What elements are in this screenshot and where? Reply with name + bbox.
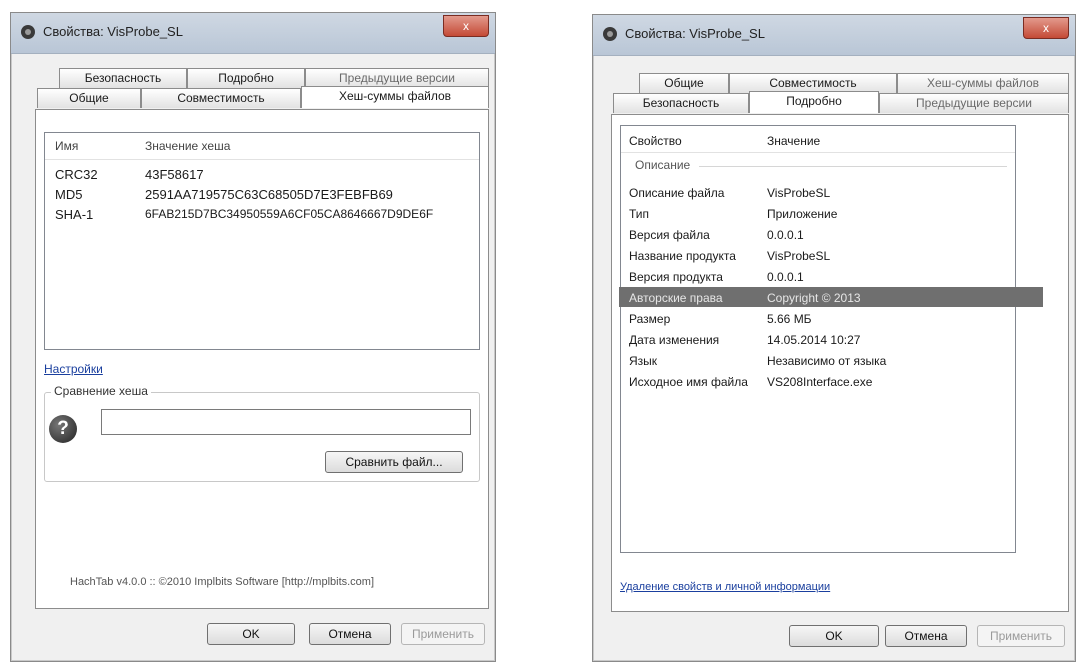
tab-panel-details: Свойство Значение Описание Описание файл… bbox=[611, 114, 1069, 612]
tab-row-top: Общие Совместимость Хеш-суммы файлов bbox=[639, 73, 1069, 93]
column-header-name[interactable]: Имя bbox=[55, 139, 78, 153]
compare-hash-label: Сравнение хеша bbox=[51, 384, 151, 398]
tab-previous-versions[interactable]: Предыдущие версии bbox=[305, 68, 489, 88]
property-name: Авторские права bbox=[629, 291, 723, 305]
apply-button[interactable]: Применить bbox=[401, 623, 485, 645]
property-value: Copyright © 2013 bbox=[767, 291, 861, 305]
properties-list[interactable]: Свойство Значение Описание Описание файл… bbox=[619, 125, 1043, 553]
property-name: Версия файла bbox=[629, 228, 710, 242]
cancel-button[interactable]: Отмена bbox=[885, 625, 967, 647]
app-icon bbox=[21, 25, 35, 39]
tab-details[interactable]: Подробно bbox=[187, 68, 305, 88]
ok-button[interactable]: OK bbox=[207, 623, 295, 645]
window-title: Свойства: VisProbe_SL bbox=[43, 24, 183, 39]
column-header-hash[interactable]: Значение хеша bbox=[145, 139, 230, 153]
property-value: VS208Interface.exe bbox=[767, 375, 873, 389]
property-row[interactable]: Тип Приложение bbox=[621, 203, 1015, 223]
tab-row-bottom: Безопасность Подробно Предыдущие версии bbox=[613, 91, 1069, 113]
app-icon bbox=[603, 27, 617, 41]
ok-button[interactable]: OK bbox=[789, 625, 879, 647]
hash-name: CRC32 bbox=[55, 167, 98, 182]
property-row[interactable]: Исходное имя файла VS208Interface.exe bbox=[621, 371, 1015, 391]
property-row[interactable]: Размер 5.66 МБ bbox=[621, 308, 1015, 328]
compare-file-button[interactable]: Сравнить файл... bbox=[325, 451, 463, 473]
properties-window-details: Свойства: VisProbe_SL x Общие Совместимо… bbox=[592, 14, 1076, 662]
property-name: Размер bbox=[629, 312, 671, 326]
title-bar[interactable]: Свойства: VisProbe_SL x bbox=[593, 15, 1075, 56]
table-row[interactable]: SHA-1 6FAB215D7BC34950559A6CF05CA8646667… bbox=[45, 203, 479, 223]
tab-general[interactable]: Общие bbox=[37, 88, 141, 108]
tab-general[interactable]: Общие bbox=[639, 73, 729, 93]
hash-value: 2591AA719575C63C68505D7E3FEBFB69 bbox=[145, 187, 393, 202]
property-name: Тип bbox=[629, 207, 650, 221]
settings-link[interactable]: Настройки bbox=[44, 362, 103, 376]
hash-list[interactable]: Имя Значение хеша CRC32 43F58617 MD5 259… bbox=[44, 132, 480, 350]
property-value: Приложение bbox=[767, 207, 838, 221]
hash-name: MD5 bbox=[55, 187, 83, 202]
property-row-selected[interactable]: Авторские права Copyright © 2013 bbox=[619, 287, 1043, 307]
hash-value: 6FAB215D7BC34950559A6CF05CA8646667D9DE6F bbox=[145, 207, 434, 221]
property-value: 14.05.2014 10:27 bbox=[767, 333, 861, 347]
property-name: Дата изменения bbox=[629, 333, 720, 347]
property-value: VisProbeSL bbox=[767, 249, 831, 263]
property-name: Описание файла bbox=[629, 186, 725, 200]
cancel-button[interactable]: Отмена bbox=[309, 623, 391, 645]
property-value: 0.0.0.1 bbox=[767, 228, 804, 242]
property-name: Название продукта bbox=[629, 249, 736, 263]
property-name: Исходное имя файла bbox=[629, 375, 748, 389]
hash-list-header: Имя Значение хеша bbox=[45, 133, 479, 160]
hash-value: 43F58617 bbox=[145, 167, 204, 182]
column-header-property[interactable]: Свойство bbox=[629, 134, 682, 148]
tab-previous-versions[interactable]: Предыдущие версии bbox=[879, 93, 1069, 113]
tab-row-bottom: Общие Совместимость Хеш-суммы файлов bbox=[37, 86, 489, 108]
help-icon: ? bbox=[49, 415, 77, 443]
property-name: Язык bbox=[629, 354, 658, 368]
table-row[interactable]: MD5 2591AA719575C63C68505D7E3FEBFB69 bbox=[45, 183, 479, 203]
property-value: VisProbeSL bbox=[767, 186, 831, 200]
property-row[interactable]: Версия продукта 0.0.0.1 bbox=[621, 266, 1015, 286]
compare-hash-input[interactable] bbox=[101, 409, 471, 435]
column-header-value[interactable]: Значение bbox=[767, 134, 820, 148]
title-bar[interactable]: Свойства: VisProbe_SL x bbox=[11, 13, 495, 54]
table-row[interactable]: CRC32 43F58617 bbox=[45, 163, 479, 183]
property-row[interactable]: Название продукта VisProbeSL bbox=[621, 245, 1015, 265]
tab-compatibility[interactable]: Совместимость bbox=[141, 88, 301, 108]
tab-file-hashes[interactable]: Хеш-суммы файлов bbox=[897, 73, 1069, 93]
tab-panel-hashes: Имя Значение хеша CRC32 43F58617 MD5 259… bbox=[35, 109, 489, 609]
footer-credits: HachTab v4.0.0 :: ©2010 Implbits Softwar… bbox=[70, 576, 375, 588]
property-value: 0.0.0.1 bbox=[767, 270, 804, 284]
remove-properties-link[interactable]: Удаление свойств и личной информации bbox=[620, 581, 830, 593]
property-row[interactable]: Язык Независимо от языка bbox=[621, 350, 1015, 370]
section-divider bbox=[699, 166, 1007, 167]
tab-details[interactable]: Подробно bbox=[749, 91, 879, 113]
tab-security[interactable]: Безопасность bbox=[59, 68, 187, 88]
tab-file-hashes[interactable]: Хеш-суммы файлов bbox=[301, 86, 489, 108]
compare-hash-group: Сравнение хеша ? Сравнить файл... bbox=[44, 384, 480, 482]
property-row[interactable]: Версия файла 0.0.0.1 bbox=[621, 224, 1015, 244]
window-title: Свойства: VisProbe_SL bbox=[625, 26, 765, 41]
property-value: Независимо от языка bbox=[767, 354, 887, 368]
hash-name: SHA-1 bbox=[55, 207, 94, 222]
properties-list-header: Свойство Значение bbox=[621, 126, 1015, 153]
close-button[interactable]: x bbox=[1023, 17, 1069, 39]
section-description: Описание bbox=[635, 158, 691, 172]
tab-security[interactable]: Безопасность bbox=[613, 93, 749, 113]
apply-button[interactable]: Применить bbox=[977, 625, 1065, 647]
tab-compatibility[interactable]: Совместимость bbox=[729, 73, 897, 93]
property-value: 5.66 МБ bbox=[767, 312, 812, 326]
property-name: Версия продукта bbox=[629, 270, 723, 284]
property-row[interactable]: Дата изменения 14.05.2014 10:27 bbox=[621, 329, 1015, 349]
tab-row-top: Безопасность Подробно Предыдущие версии bbox=[59, 68, 489, 88]
property-row[interactable]: Описание файла VisProbeSL bbox=[621, 182, 1015, 202]
properties-window-hash: Свойства: VisProbe_SL x Безопасность Под… bbox=[10, 12, 496, 662]
close-button[interactable]: x bbox=[443, 15, 489, 37]
